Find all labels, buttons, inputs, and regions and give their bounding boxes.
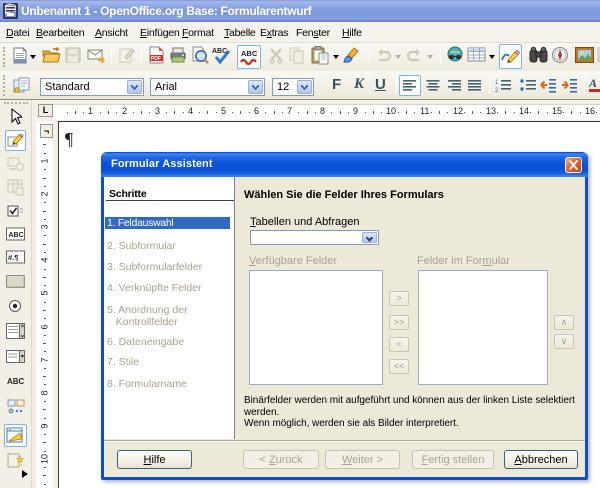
svg-text:PDF: PDF bbox=[151, 56, 161, 62]
svg-text:ABC: ABC bbox=[9, 232, 24, 239]
svg-text:ABC: ABC bbox=[241, 49, 258, 58]
svg-text:2: 2 bbox=[495, 88, 499, 93]
svg-text:#.¶: #.¶ bbox=[8, 253, 18, 262]
svg-text:1: 1 bbox=[495, 80, 499, 86]
svg-text:A: A bbox=[589, 76, 597, 90]
